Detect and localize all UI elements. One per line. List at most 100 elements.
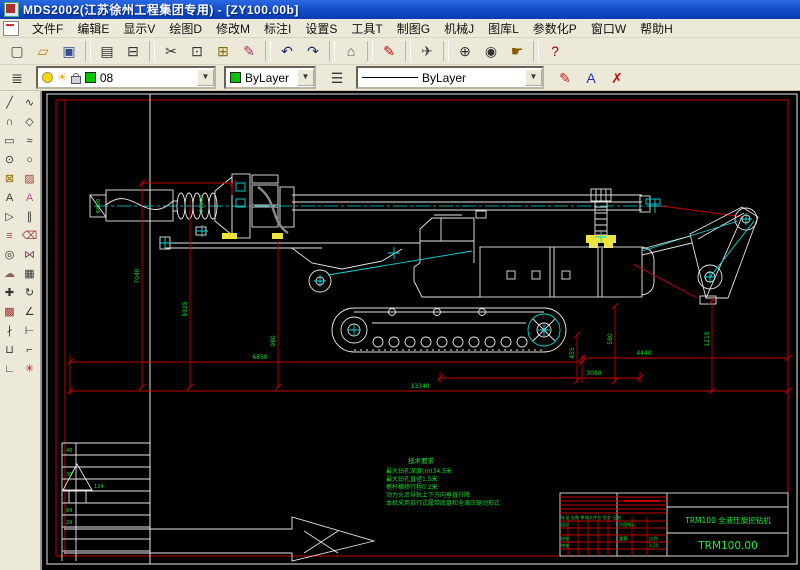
menu-window[interactable]: 窗口W bbox=[584, 19, 633, 38]
color-combo[interactable]: ByLayer ▼ bbox=[224, 66, 316, 89]
extend-tool-icon[interactable]: ⊢ bbox=[20, 321, 39, 340]
menu-file[interactable]: 文件F bbox=[25, 19, 70, 38]
revcloud-tool-icon[interactable]: ☁ bbox=[0, 264, 19, 283]
rotate-tool-icon[interactable]: ↻ bbox=[20, 283, 39, 302]
redline-button[interactable]: ✎ bbox=[377, 40, 401, 62]
cad-drawing: Φ800 Φ1200 bbox=[42, 91, 800, 570]
svg-text:4440: 4440 bbox=[636, 350, 651, 357]
block-button[interactable]: ⌂ bbox=[339, 40, 363, 62]
print-preview-button[interactable]: ⊟ bbox=[121, 40, 145, 62]
layer-freeze-icon: ☀ bbox=[57, 73, 67, 83]
circle-tool-icon[interactable]: ⊙ bbox=[0, 150, 19, 169]
erase-tool-icon[interactable]: ⌫ bbox=[20, 226, 39, 245]
box-tool-icon[interactable]: ⊔ bbox=[0, 340, 19, 359]
svg-text:36: 36 bbox=[66, 472, 72, 478]
linetype-value: ByLayer bbox=[422, 71, 521, 85]
save-button[interactable]: ▣ bbox=[57, 40, 81, 62]
arc-tool-icon[interactable]: ∩ bbox=[0, 112, 19, 131]
svg-text:审核: 审核 bbox=[561, 542, 570, 549]
menu-tools[interactable]: 工具T bbox=[344, 19, 389, 38]
undo-button[interactable]: ↶ bbox=[275, 40, 299, 62]
leader-tool-icon[interactable]: ▷ bbox=[0, 207, 19, 226]
menu-draw[interactable]: 绘图D bbox=[162, 19, 209, 38]
new-file-button[interactable]: ▢ bbox=[5, 40, 29, 62]
open-file-button[interactable]: ▱ bbox=[31, 40, 55, 62]
explode-tool-icon[interactable]: ✳ bbox=[20, 359, 39, 378]
pan-button[interactable]: ☛ bbox=[505, 40, 529, 62]
linestyle-button[interactable]: ☰ bbox=[325, 67, 349, 89]
menu-drafting[interactable]: 制图G bbox=[390, 19, 437, 38]
separator bbox=[405, 41, 411, 61]
array-tool-icon[interactable]: ▦ bbox=[20, 264, 39, 283]
section-line-tool-icon[interactable]: ≡ bbox=[0, 226, 19, 245]
separator bbox=[367, 41, 373, 61]
menu-mechanical[interactable]: 机械J bbox=[437, 19, 481, 38]
line-tool-icon[interactable]: ╱ bbox=[0, 93, 19, 112]
linetype-combo[interactable]: ByLayer ▼ bbox=[356, 66, 544, 89]
svg-text:比例: 比例 bbox=[649, 535, 657, 542]
match-properties-button[interactable]: ✎ bbox=[553, 67, 577, 89]
svg-text:重量: 重量 bbox=[619, 535, 627, 542]
fillet-tool-icon[interactable]: ⌐ bbox=[20, 340, 39, 359]
svg-text:设计: 设计 bbox=[561, 521, 569, 528]
rectangle-tool-icon[interactable]: ▭ bbox=[0, 131, 19, 150]
mirror-tool-icon[interactable]: ⋈ bbox=[20, 245, 39, 264]
copy-tool-icon[interactable]: ⊠ bbox=[0, 169, 19, 188]
menu-library[interactable]: 图库L bbox=[481, 19, 526, 38]
svg-text:6850: 6850 bbox=[252, 354, 267, 361]
cut-button[interactable]: ✂ bbox=[159, 40, 183, 62]
spline-tool-icon[interactable]: ∿ bbox=[20, 93, 39, 112]
trim-tool-icon[interactable]: ∤ bbox=[0, 321, 19, 340]
tangent-circle-tool-icon[interactable]: ◎ bbox=[0, 245, 19, 264]
paste-button[interactable]: ⊞ bbox=[211, 40, 235, 62]
help-button[interactable]: ? bbox=[543, 40, 567, 62]
svg-text:1215: 1215 bbox=[704, 331, 711, 346]
ruler-tool-icon[interactable]: ∠ bbox=[20, 302, 39, 321]
plane-button[interactable]: ✈ bbox=[415, 40, 439, 62]
delete-button[interactable]: ✗ bbox=[605, 67, 629, 89]
svg-text:13340: 13340 bbox=[410, 383, 429, 390]
layers-button[interactable]: ≣ bbox=[5, 67, 29, 89]
ellipse-tool-icon[interactable]: ○ bbox=[20, 150, 39, 169]
menu-modify[interactable]: 修改M bbox=[209, 19, 257, 38]
menu-help[interactable]: 帮助H bbox=[633, 19, 680, 38]
drawing-canvas[interactable]: Φ800 Φ1200 bbox=[42, 91, 800, 570]
chamfer-tool-icon[interactable]: ∟ bbox=[0, 359, 19, 378]
svg-text:动力头沿导轨上下方向垂直升降: 动力头沿导轨上下方向垂直升降 bbox=[386, 491, 470, 499]
menu-dimension[interactable]: 标注I bbox=[257, 19, 298, 38]
text-tool-icon[interactable]: A bbox=[0, 188, 19, 207]
separator bbox=[85, 41, 91, 61]
parallel-tool-icon[interactable]: ∥ bbox=[20, 207, 39, 226]
scale-tool-icon[interactable]: ▩ bbox=[0, 302, 19, 321]
menu-bar: 文件F编辑E显示V绘图D修改M标注I设置S工具T制图G机械J图库L参数化P窗口W… bbox=[0, 19, 800, 38]
svg-text:TRM100.00: TRM100.00 bbox=[697, 540, 758, 552]
chevron-down-icon[interactable]: ▼ bbox=[197, 69, 214, 86]
hatch-tool-icon[interactable]: ▨ bbox=[20, 169, 39, 188]
text-style-tool-icon[interactable]: A bbox=[20, 188, 39, 207]
print-button[interactable]: ▤ bbox=[95, 40, 119, 62]
app-icon[interactable] bbox=[4, 2, 19, 17]
document-icon[interactable] bbox=[3, 21, 19, 36]
menu-view[interactable]: 显示V bbox=[116, 19, 162, 38]
polygon-tool-icon[interactable]: ◇ bbox=[20, 112, 39, 131]
menu-edit[interactable]: 编辑E bbox=[70, 19, 116, 38]
menu-settings[interactable]: 设置S bbox=[298, 19, 344, 38]
layer-combo[interactable]: ☀ 08 ▼ bbox=[36, 66, 216, 89]
title-bar: MDS2002(江苏徐州工程集团专用) - [ZY100.00b] bbox=[0, 0, 800, 19]
curve-tool-icon[interactable]: ≈ bbox=[20, 131, 39, 150]
chevron-down-icon[interactable]: ▼ bbox=[297, 69, 314, 86]
technical-notes: 技术要求 最大钻孔深度(m)34.5米 最大钻孔直径1.5米 桅杆横移行程0.2… bbox=[386, 456, 500, 507]
redo-button[interactable]: ↷ bbox=[301, 40, 325, 62]
rig-support-jack bbox=[586, 189, 616, 248]
zoom-window-button[interactable]: ◉ bbox=[479, 40, 503, 62]
dimension-lines bbox=[67, 180, 791, 395]
zoom-in-button[interactable]: ⊕ bbox=[453, 40, 477, 62]
color-palette-button[interactable]: A bbox=[579, 67, 603, 89]
chevron-down-icon[interactable]: ▼ bbox=[525, 69, 542, 86]
svg-text:技术要求: 技术要求 bbox=[408, 456, 435, 465]
menu-parametric[interactable]: 参数化P bbox=[526, 19, 584, 38]
move-tool-icon[interactable]: ✚ bbox=[0, 283, 19, 302]
format-brush-button[interactable]: ✎ bbox=[237, 40, 261, 62]
copy-button[interactable]: ⊡ bbox=[185, 40, 209, 62]
svg-text:455: 455 bbox=[569, 347, 576, 359]
